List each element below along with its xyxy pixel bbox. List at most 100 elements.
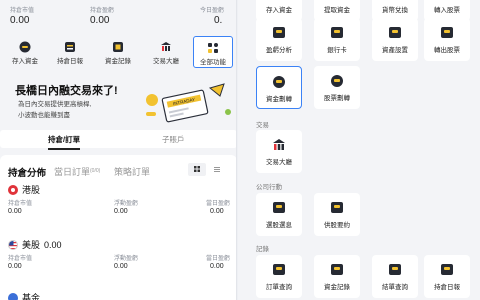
trading-hall-icon	[272, 139, 286, 152]
asset-settings-icon	[389, 27, 401, 38]
order-query-icon	[273, 264, 285, 275]
banner-illustration: INTRADAY	[146, 83, 231, 123]
account-summary-header: 持倉市值 持倉盈虧 今日盈虧 0.00 0.00 0.	[0, 0, 236, 32]
trading-hall-shortcut[interactable]: 交易大廳	[146, 36, 186, 68]
daily-report-shortcut[interactable]: 持倉日報	[50, 36, 90, 68]
holding-value-label: 持倉市值	[10, 8, 35, 14]
market-name: 美股	[22, 240, 41, 250]
grid-view-toggle[interactable]	[188, 163, 206, 176]
function-stock-transfer-out[interactable]: 轉出股票	[424, 18, 470, 61]
function-label: 供股要約	[324, 222, 350, 229]
us-flag-icon	[8, 239, 18, 250]
market-total: 0.00	[44, 239, 62, 250]
hk-pnl-label: 浮動盈虧	[114, 201, 139, 207]
grid-icon	[194, 166, 200, 172]
function-asset-settings[interactable]: 資產設置	[372, 18, 418, 61]
tab-today-orders[interactable]: 當日訂單	[54, 165, 90, 178]
function-bank-card[interactable]: 銀行卡	[314, 18, 360, 61]
hk-today: 0.00	[210, 208, 224, 215]
function-fund-record[interactable]: 資金記錄	[314, 255, 360, 298]
fund-transfer-icon	[273, 76, 285, 88]
banner-line2: 小波動也能賺到盡	[18, 112, 70, 119]
section-trade-heading: 交易	[256, 122, 269, 129]
banner-title: 長橋日內融交易來了!	[15, 85, 118, 97]
function-label: 股票劃轉	[324, 95, 350, 102]
function-label: 資金記錄	[324, 284, 350, 291]
function-label: 銀行卡	[327, 47, 347, 54]
hk-pnl: 0.00	[114, 208, 128, 215]
us-today-label: 當日盈虧	[206, 256, 231, 262]
all-functions-shortcut[interactable]: 全部功能	[193, 36, 233, 68]
function-label: 持倉日報	[434, 284, 460, 291]
banner-line1: 為日內交易提供更高槓桿,	[18, 101, 92, 108]
function-label: 轉出股票	[434, 47, 460, 54]
fund-record-icon	[331, 264, 343, 275]
section-corporate-heading: 公司行動	[256, 184, 282, 191]
holdings-section: 持倉分佈 當日訂單 (0/0) 策略訂單 港股 持倉市值 浮動盈虧 當日盈虧 0…	[0, 155, 236, 300]
function-label: 資金劃轉	[266, 96, 292, 103]
trading-hall-icon	[160, 40, 172, 52]
hk-today-label: 當日盈虧	[206, 201, 231, 207]
function-label: 交易大廳	[266, 159, 292, 166]
shortcut-label: 持倉日報	[57, 58, 83, 65]
portfolio-panel: 持倉市值 持倉盈虧 今日盈虧 0.00 0.00 0. 存入資金 持倉日報 資金…	[0, 0, 237, 300]
shortcut-label: 交易大廳	[153, 58, 179, 65]
election-icon	[273, 202, 285, 213]
daily-report-icon	[64, 40, 76, 52]
fund-record-icon	[112, 40, 124, 52]
market-hk[interactable]: 港股	[8, 183, 40, 196]
list-view-toggle[interactable]	[208, 163, 226, 176]
function-election[interactable]: 選股選息	[256, 193, 302, 236]
function-order-query[interactable]: 訂單查詢	[256, 255, 302, 298]
daily-report-icon	[441, 264, 453, 275]
holding-value: 0.00	[10, 15, 30, 26]
all-functions-icon	[207, 41, 219, 53]
holding-pnl-label: 持倉盈虧	[90, 8, 115, 14]
function-label: 存入資金	[266, 7, 292, 14]
market-name: 基金	[22, 293, 41, 300]
holding-pnl-value: 0.00	[90, 15, 110, 26]
function-rights-offer[interactable]: 供股要約	[314, 193, 360, 236]
market-fund[interactable]: 基金	[8, 291, 40, 300]
us-pnl-label: 浮動盈虧	[114, 256, 139, 262]
us-pnl: 0.00	[114, 263, 128, 270]
statement-query-icon	[389, 264, 401, 275]
us-today: 0.00	[210, 263, 224, 270]
function-stock-internal-transfer[interactable]: 股票劃轉	[314, 66, 360, 109]
us-value-label: 持倉市值	[8, 256, 33, 262]
shortcut-bar: 存入資金 持倉日報 資金記錄 交易大廳 全部功能	[0, 36, 236, 68]
function-trading-hall[interactable]: 交易大廳	[256, 130, 302, 173]
pnl-analysis-icon	[273, 27, 285, 38]
tab-holding-distribution[interactable]: 持倉分佈	[8, 165, 46, 179]
all-functions-panel: 存入資金 提取資金 貨幣兌換 轉入股票 盈虧分析 銀行卡 資產設置 轉出股票 資…	[238, 0, 480, 300]
us-value: 0.00	[8, 263, 22, 270]
promo-banner[interactable]: 長橋日內融交易來了! 為日內交易提供更高槓桿, 小波動也能賺到盡 INTRADA…	[0, 76, 236, 126]
function-pnl-analysis[interactable]: 盈虧分析	[256, 18, 302, 61]
deposit-shortcut[interactable]: 存入資金	[5, 36, 45, 68]
market-name: 港股	[22, 185, 41, 195]
fund-record-shortcut[interactable]: 資金記錄	[98, 36, 138, 68]
market-us[interactable]: 美股 0.00	[8, 238, 62, 251]
rights-offer-icon	[331, 202, 343, 213]
stock-internal-transfer-icon	[331, 75, 343, 87]
today-pnl-label: 今日盈虧	[200, 8, 225, 14]
fund-icon	[8, 292, 18, 300]
hk-flag-icon	[8, 184, 18, 195]
function-label: 提取資金	[324, 7, 350, 14]
function-fund-transfer[interactable]: 資金劃轉	[256, 66, 302, 109]
hk-value-label: 持倉市值	[8, 201, 33, 207]
function-daily-report[interactable]: 持倉日報	[424, 255, 470, 298]
stock-transfer-out-icon	[441, 27, 453, 38]
shortcut-label: 資金記錄	[105, 58, 131, 65]
tab-holdings-orders[interactable]: 持倉/訂單	[48, 134, 81, 150]
tab-sub-accounts[interactable]: 子賬戶	[162, 134, 185, 145]
function-label: 轉入股票	[434, 7, 460, 14]
deposit-icon	[19, 40, 31, 53]
bank-card-icon	[331, 27, 343, 38]
today-pnl-value: 0.	[214, 15, 223, 26]
today-orders-count: (0/0)	[90, 168, 101, 174]
list-icon	[214, 167, 220, 172]
section-records-heading: 記錄	[256, 246, 269, 253]
function-statement-query[interactable]: 結單查詢	[372, 255, 418, 298]
tab-strategy-orders[interactable]: 策略訂單	[114, 165, 150, 178]
